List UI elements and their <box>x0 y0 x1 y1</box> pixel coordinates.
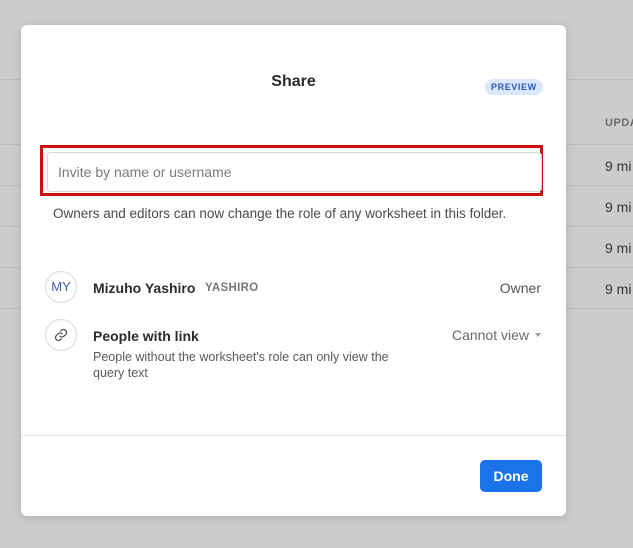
background-cell: 9 mi <box>605 199 632 215</box>
member-username: YASHIRO <box>205 282 259 294</box>
link-access-selected: Cannot view <box>451 327 529 343</box>
member-name: Mizuho Yashiro <box>93 280 196 296</box>
link-icon <box>45 319 77 351</box>
link-access-description: People without the worksheet's role can … <box>93 350 389 380</box>
link-access-title: People with link <box>93 328 199 344</box>
background-cell: 9 mi <box>605 240 632 256</box>
done-button[interactable]: Done <box>480 460 542 492</box>
share-dialog: Share PREVIEW Owners and editors can now… <box>21 25 566 516</box>
role-change-notice: Owners and editors can now change the ro… <box>53 206 507 221</box>
avatar: MY <box>45 271 77 303</box>
member-role: Owner <box>499 280 541 296</box>
background-cell: 9 mi <box>605 281 632 297</box>
background-column-header: UPDA <box>605 117 633 129</box>
caret-down-icon <box>535 333 541 337</box>
link-access-dropdown[interactable]: Cannot view <box>452 327 541 343</box>
background-cell: 9 mi <box>605 158 632 174</box>
preview-badge: PREVIEW <box>485 79 543 95</box>
footer-divider <box>21 435 566 436</box>
invite-input[interactable] <box>47 152 542 192</box>
